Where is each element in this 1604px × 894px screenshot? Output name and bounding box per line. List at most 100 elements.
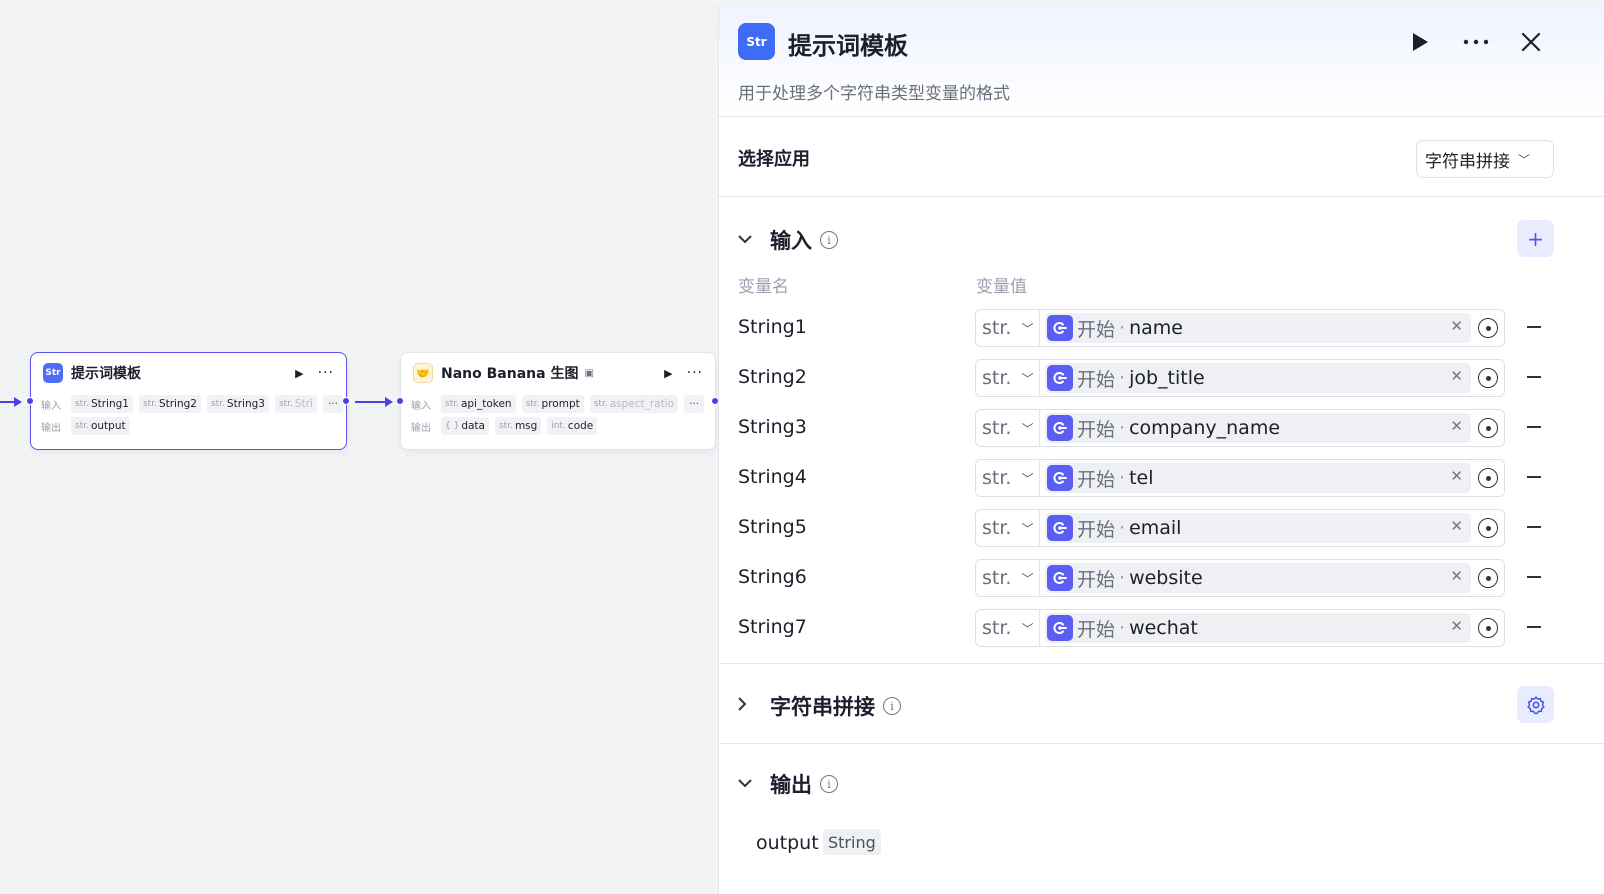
reference-separator: · [1119, 417, 1126, 439]
variable-reference-chip[interactable]: 开始 · name ✕ [1045, 313, 1471, 343]
type-select-value: str. [982, 367, 1012, 389]
settings-button[interactable] [1517, 686, 1554, 723]
more-icon[interactable]: ··· [687, 365, 703, 381]
variable-value-field[interactable]: str. ﹀ 开始 · website ✕ [975, 559, 1505, 597]
variable-name[interactable]: String7 [738, 616, 807, 638]
variable-value-field[interactable]: str. ﹀ 开始 · job_title ✕ [975, 359, 1505, 397]
run-icon[interactable]: ▶ [295, 367, 303, 380]
info-icon[interactable]: i [820, 231, 838, 249]
variable-reference-chip[interactable]: 开始 · wechat ✕ [1045, 613, 1471, 643]
variable-value-field[interactable]: str. ﹀ 开始 · name ✕ [975, 309, 1505, 347]
node-output-label: 输出 [41, 422, 61, 434]
reference-source: 开始 [1077, 318, 1116, 341]
chevron-down-icon: ﹀ [1021, 321, 1034, 336]
workflow-canvas[interactable]: Str 提示词模板 ▶ ··· 输入 str. String1 str. Strin… [0, 0, 740, 894]
remove-variable-button[interactable] [1527, 626, 1541, 628]
variable-picker-icon[interactable] [1478, 468, 1498, 488]
more-icon[interactable]: ··· [318, 365, 334, 381]
more-inputs-tag[interactable]: ··· [684, 395, 705, 413]
close-button[interactable] [1517, 28, 1545, 56]
reference-separator: · [1119, 567, 1126, 589]
input-tag: str. Stri [274, 395, 317, 413]
variable-name[interactable]: String2 [738, 366, 807, 388]
input-tag: str. aspect_ratio [589, 395, 679, 413]
variable-name[interactable]: String1 [738, 316, 807, 338]
node-output-port[interactable] [342, 397, 350, 405]
remove-variable-button[interactable] [1527, 426, 1541, 428]
remove-variable-button[interactable] [1527, 576, 1541, 578]
variable-reference-chip[interactable]: 开始 · email ✕ [1045, 513, 1471, 543]
reference-separator: · [1119, 617, 1126, 639]
output-section-title: 输出 [770, 773, 812, 797]
variable-reference-chip[interactable]: 开始 · job_title ✕ [1045, 363, 1471, 393]
variable-reference-chip[interactable]: 开始 · tel ✕ [1045, 463, 1471, 493]
variable-name[interactable]: String3 [738, 416, 807, 438]
clear-icon[interactable]: ✕ [1450, 417, 1463, 435]
concat-section-header[interactable]: 字符串拼接 i [738, 691, 901, 721]
variable-name[interactable]: String5 [738, 516, 807, 538]
more-inputs-tag[interactable]: ··· [322, 395, 343, 413]
clear-icon[interactable]: ✕ [1450, 567, 1463, 585]
plugin-badge-icon: ▣ [584, 367, 594, 379]
variable-picker-icon[interactable] [1478, 368, 1498, 388]
variable-row: String7 str. ﹀ 开始 · wechat ✕ [719, 609, 1604, 647]
clear-icon[interactable]: ✕ [1450, 517, 1463, 535]
chevron-down-icon: ﹀ [1021, 471, 1034, 486]
chevron-down-icon[interactable] [738, 232, 758, 248]
variable-name[interactable]: String6 [738, 566, 807, 588]
more-options-button[interactable] [1462, 28, 1490, 56]
input-section-title: 输入 [770, 229, 812, 253]
clear-icon[interactable]: ✕ [1450, 617, 1463, 635]
concat-section: 字符串拼接 i [719, 664, 1604, 744]
chevron-down-icon: ﹀ [1021, 571, 1034, 586]
variable-picker-icon[interactable] [1478, 618, 1498, 638]
node-input-port[interactable] [26, 397, 34, 405]
variable-row: String3 str. ﹀ 开始 · company_name ✕ [719, 409, 1604, 447]
variable-reference-chip[interactable]: 开始 · company_name ✕ [1045, 413, 1471, 443]
variable-picker-icon[interactable] [1478, 568, 1498, 588]
variable-value-field[interactable]: str. ﹀ 开始 · tel ✕ [975, 459, 1505, 497]
input-section-header[interactable]: 输入 i [738, 225, 838, 255]
type-select[interactable]: str. ﹀ [976, 410, 1040, 446]
clear-icon[interactable]: ✕ [1450, 367, 1463, 385]
remove-variable-button[interactable] [1527, 476, 1541, 478]
variable-picker-icon[interactable] [1478, 418, 1498, 438]
node-input-row: 输入 str. api_token str. prompt str. aspect_r… [401, 393, 715, 415]
remove-variable-button[interactable] [1527, 326, 1541, 328]
variable-value-field[interactable]: str. ﹀ 开始 · email ✕ [975, 509, 1505, 547]
variable-value-field[interactable]: str. ﹀ 开始 · wechat ✕ [975, 609, 1505, 647]
output-section-header[interactable]: 输出 i [738, 769, 838, 799]
variable-value-field[interactable]: str. ﹀ 开始 · company_name ✕ [975, 409, 1505, 447]
remove-variable-button[interactable] [1527, 526, 1541, 528]
node-prompt-template[interactable]: Str 提示词模板 ▶ ··· 输入 str. String1 str. Strin… [30, 352, 347, 450]
chevron-down-icon[interactable] [738, 776, 758, 792]
panel-header: Str 提示词模板 用于处理多个字符串类型变量的格式 [719, 4, 1604, 117]
chevron-right-icon[interactable] [738, 697, 758, 715]
variable-reference-chip[interactable]: 开始 · website ✕ [1045, 563, 1471, 593]
node-nano-banana[interactable]: 🤝 Nano Banana 生图 ▣ ▶ ··· 输入 str. api_toke… [400, 352, 716, 450]
clear-icon[interactable]: ✕ [1450, 467, 1463, 485]
run-button[interactable] [1406, 28, 1434, 56]
string-node-icon: Str [43, 363, 63, 383]
variable-picker-icon[interactable] [1478, 518, 1498, 538]
remove-variable-button[interactable] [1527, 376, 1541, 378]
app-select[interactable]: 字符串拼接 ﹀ [1416, 140, 1554, 178]
node-input-port[interactable] [396, 397, 404, 405]
type-select[interactable]: str. ﹀ [976, 560, 1040, 596]
select-app-label: 选择应用 [738, 149, 810, 170]
type-select[interactable]: str. ﹀ [976, 310, 1040, 346]
add-variable-button[interactable]: + [1517, 220, 1554, 257]
info-icon[interactable]: i [883, 697, 901, 715]
variable-picker-icon[interactable] [1478, 318, 1498, 338]
type-select[interactable]: str. ﹀ [976, 610, 1040, 646]
type-select[interactable]: str. ﹀ [976, 460, 1040, 496]
type-select[interactable]: str. ﹀ [976, 360, 1040, 396]
clear-icon[interactable]: ✕ [1450, 317, 1463, 335]
node-input-label: 输入 [41, 400, 61, 412]
variable-name[interactable]: String4 [738, 466, 807, 488]
type-select[interactable]: str. ﹀ [976, 510, 1040, 546]
input-tag: str. String2 [138, 395, 201, 413]
run-icon[interactable]: ▶ [664, 367, 672, 380]
variable-row: String6 str. ﹀ 开始 · website ✕ [719, 559, 1604, 597]
info-icon[interactable]: i [820, 775, 838, 793]
